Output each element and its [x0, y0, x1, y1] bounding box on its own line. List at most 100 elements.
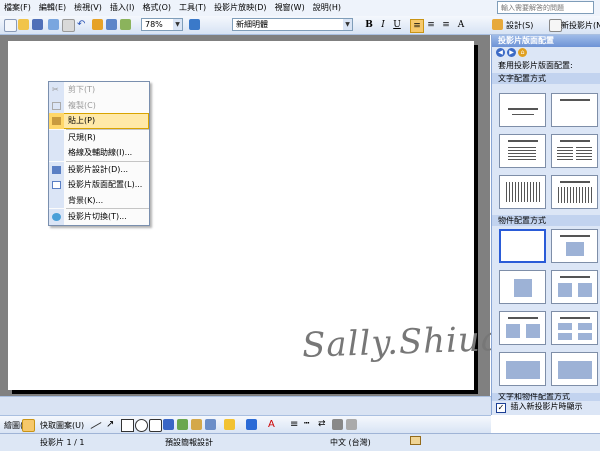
- spelling-icon[interactable]: [410, 436, 421, 445]
- line-style-icon[interactable]: ≡: [290, 419, 301, 430]
- layout-vertical-text[interactable]: [499, 175, 546, 209]
- layout-two-column-text[interactable]: [551, 134, 598, 168]
- insert-image-icon[interactable]: [120, 19, 131, 30]
- menu-edit[interactable]: 編輯(E): [35, 1, 70, 15]
- back-icon[interactable]: ◀: [496, 48, 505, 57]
- zoom-select[interactable]: 78% ▼: [141, 18, 183, 31]
- context-menu-ruler[interactable]: 尺規(R): [49, 129, 149, 145]
- autoshapes-button[interactable]: 快取圖案(U): [40, 420, 84, 431]
- task-pane-subtitle: 套用投影片版面配置:: [498, 61, 573, 70]
- slide-layout-icon: [52, 181, 61, 189]
- context-menu-slide-transition[interactable]: 投影片切換(T)...: [49, 209, 149, 225]
- home-icon[interactable]: ⌂: [518, 48, 527, 57]
- italic-button[interactable]: I: [377, 19, 389, 31]
- align-right-icon[interactable]: ≡: [440, 19, 452, 31]
- new-document-icon[interactable]: [4, 19, 17, 32]
- dash-style-icon[interactable]: ┅: [304, 419, 315, 430]
- menu-view[interactable]: 檢視(V): [70, 1, 106, 15]
- context-menu-background[interactable]: 背景(K)...: [49, 192, 149, 208]
- layout-title-only[interactable]: [551, 93, 598, 127]
- layout-four-content[interactable]: [551, 311, 598, 345]
- layout-blank[interactable]: [499, 229, 546, 263]
- menu-format[interactable]: 格式(O): [138, 1, 175, 15]
- content-layout-thumbnails: [499, 229, 599, 386]
- menu-window[interactable]: 視窗(W): [271, 1, 309, 15]
- layout-title-text[interactable]: [499, 134, 546, 168]
- layout-two-content[interactable]: [551, 270, 598, 304]
- wordart-icon[interactable]: [163, 419, 174, 430]
- context-menu-slide-design[interactable]: 投影片設計(D)...: [49, 161, 149, 177]
- insert-chart-icon[interactable]: [92, 19, 103, 30]
- new-slide-button[interactable]: 新投影片(N): [561, 20, 600, 31]
- chevron-down-icon: ▼: [173, 19, 182, 30]
- preview-icon[interactable]: [62, 19, 75, 32]
- status-language: 中文 (台灣): [330, 438, 371, 447]
- rectangle-icon[interactable]: [121, 419, 134, 432]
- show-on-insert-option[interactable]: ✓ 插入新投影片時顯示: [496, 401, 583, 413]
- design-icon: [492, 19, 503, 30]
- forward-icon[interactable]: ▶: [507, 48, 516, 57]
- context-menu-grid-guides[interactable]: 格線及輔助線(I)...: [49, 145, 149, 161]
- line-color-icon[interactable]: [246, 419, 257, 430]
- select-pointer-icon[interactable]: [22, 419, 35, 432]
- show-on-insert-checkbox[interactable]: ✓: [496, 403, 506, 413]
- menu-help[interactable]: 說明(H): [309, 1, 345, 15]
- undo-icon[interactable]: ↶: [77, 19, 88, 30]
- help-icon[interactable]: [189, 19, 200, 30]
- open-folder-icon[interactable]: [18, 19, 29, 30]
- chevron-down-icon: ▼: [343, 19, 352, 30]
- bold-button[interactable]: B: [363, 19, 375, 31]
- zoom-value: 78%: [145, 20, 163, 29]
- context-menu-slide-layout[interactable]: 投影片版面配置(L)...: [49, 177, 149, 193]
- paste-icon: [52, 117, 61, 125]
- shadow-icon[interactable]: [332, 419, 343, 430]
- font-name-select[interactable]: 新細明體 ▼: [232, 18, 353, 31]
- 3d-icon[interactable]: [346, 419, 357, 430]
- status-bar: 投影片 1 / 1 預設簡報設計 中文 (台灣): [0, 433, 600, 451]
- insert-table-icon[interactable]: [106, 19, 117, 30]
- horizontal-scrollbar[interactable]: [0, 396, 491, 416]
- clipart-icon[interactable]: [191, 419, 202, 430]
- context-menu: ✂ 剪下(T) 複製(C) 貼上(P) 尺規(R) 格線及輔助線(I)... 投…: [48, 81, 150, 226]
- underline-button[interactable]: U: [391, 19, 403, 31]
- text-layout-thumbnails: [499, 93, 599, 209]
- picture-icon[interactable]: [205, 419, 216, 430]
- align-center-icon[interactable]: ≡: [425, 19, 437, 31]
- status-slide-number: 投影片 1 / 1: [40, 438, 85, 447]
- task-pane: 投影片版面配置 ◀ ▶ ⌂ 套用投影片版面配置: 文字配置方式 物件配置方式 文…: [491, 35, 600, 415]
- ellipse-icon[interactable]: [135, 419, 148, 432]
- print-icon[interactable]: [48, 19, 59, 30]
- menu-insert[interactable]: 插入(I): [106, 1, 139, 15]
- font-color-icon[interactable]: A: [455, 19, 467, 31]
- scissors-icon: ✂: [52, 85, 59, 94]
- textbox-icon[interactable]: [149, 419, 162, 432]
- font-name-value: 新細明體: [236, 20, 268, 29]
- menu-slideshow[interactable]: 投影片放映(D): [210, 1, 270, 15]
- content-layouts-header: 物件配置方式: [492, 215, 600, 226]
- line-icon[interactable]: [90, 422, 102, 429]
- arrow-icon[interactable]: ↗: [106, 419, 117, 430]
- layout-title-content[interactable]: [551, 229, 598, 263]
- context-menu-cut[interactable]: ✂ 剪下(T): [49, 82, 149, 98]
- arrow-style-icon[interactable]: ⇄: [318, 419, 329, 430]
- menu-file[interactable]: 檔案(F): [0, 1, 35, 15]
- context-menu-paste[interactable]: 貼上(P): [49, 113, 149, 129]
- layout-content-grid-a[interactable]: [499, 352, 546, 386]
- layout-title-slide[interactable]: [499, 93, 546, 127]
- toolbar: ↶ 78% ▼ 新細明體 ▼ B I U ≡ ≡ ≡ A 設計(S) 新投影片(…: [0, 16, 600, 35]
- slide-design-icon: [52, 165, 61, 174]
- layout-title-two-content[interactable]: [499, 311, 546, 345]
- layout-content[interactable]: [499, 270, 546, 304]
- fill-color-icon[interactable]: [224, 419, 235, 430]
- diagram-icon[interactable]: [177, 419, 188, 430]
- save-icon[interactable]: [32, 19, 43, 30]
- layout-vertical-title-text[interactable]: [551, 175, 598, 209]
- help-search-input[interactable]: 輸入需要解答的問題: [497, 1, 594, 14]
- align-left-button[interactable]: ≡: [410, 19, 424, 33]
- context-menu-copy[interactable]: 複製(C): [49, 97, 149, 113]
- menu-tools[interactable]: 工具(T): [175, 1, 210, 15]
- design-button[interactable]: 設計(S): [506, 20, 533, 31]
- font-color-icon[interactable]: A: [268, 419, 279, 430]
- layout-content-grid-b[interactable]: [551, 352, 598, 386]
- slide-transition-icon: [52, 213, 61, 221]
